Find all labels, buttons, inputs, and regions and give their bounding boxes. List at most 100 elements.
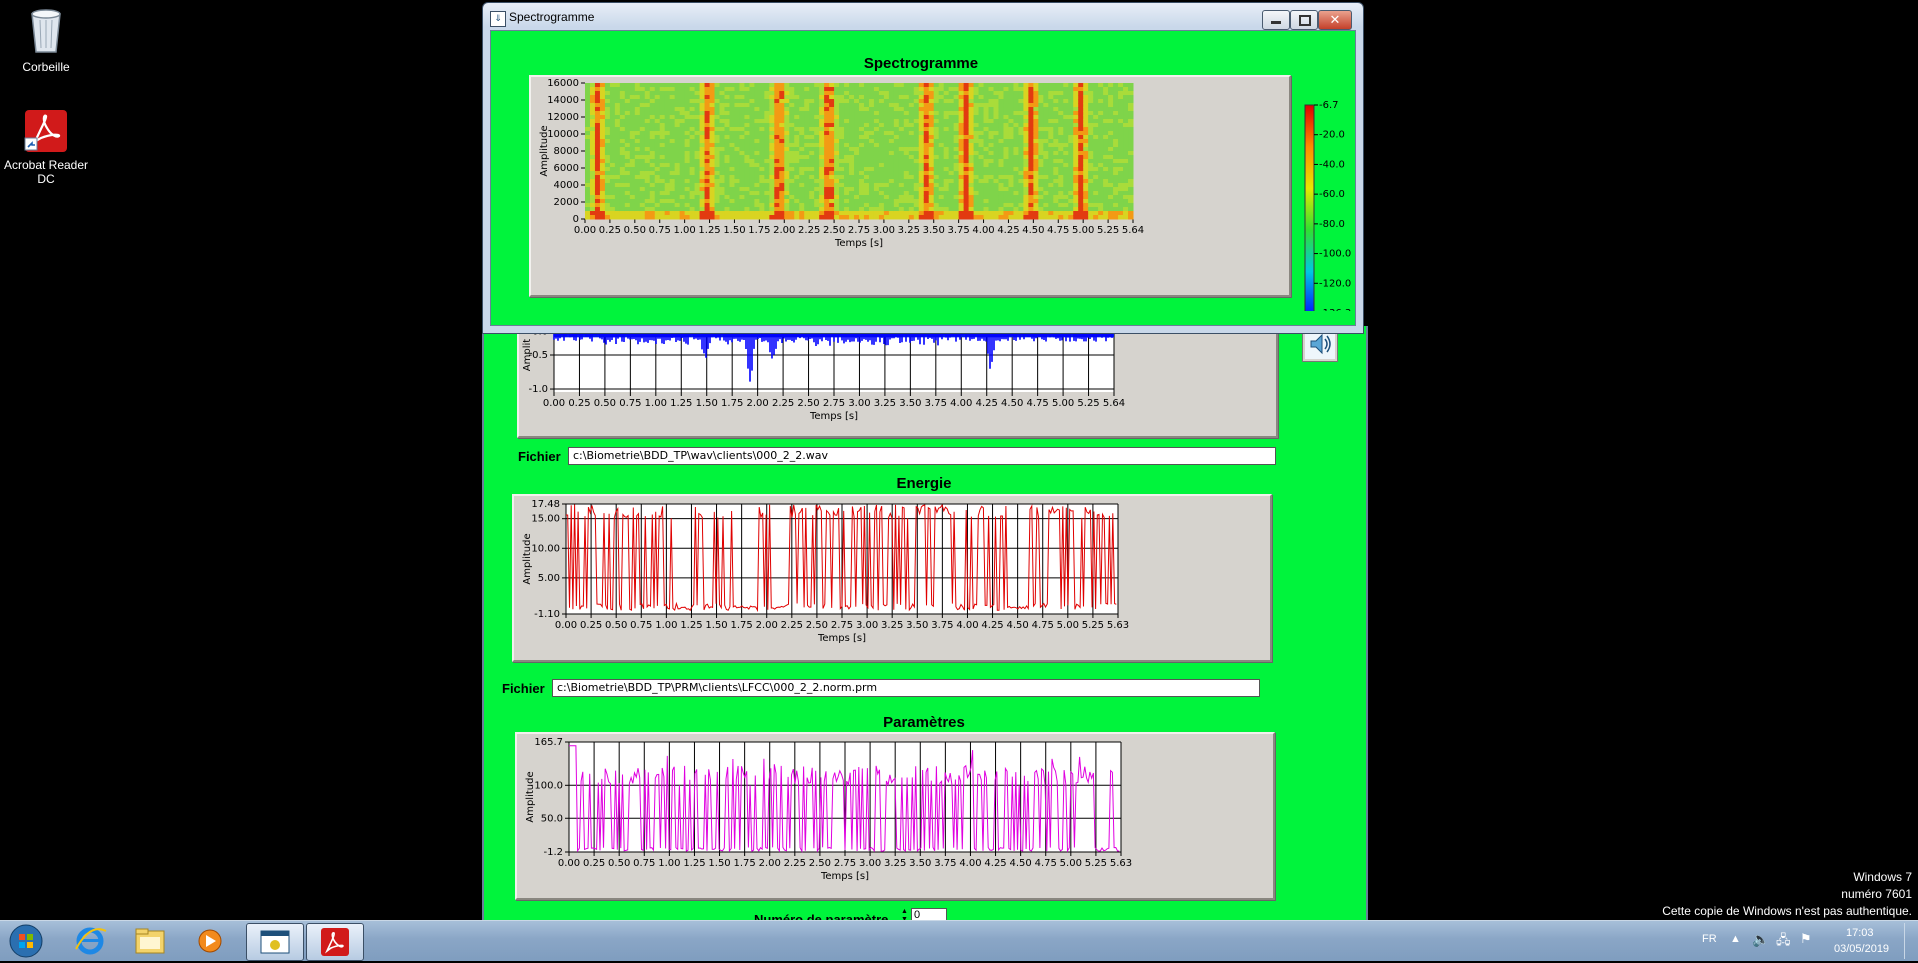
spectrogram-cell — [769, 155, 775, 160]
spectrogram-cell — [1003, 215, 1009, 220]
spectrogram-cell — [799, 91, 805, 96]
prm-file-path-field[interactable]: c:\Biometrie\BDD_TP\PRM\clients\LFCC\000… — [552, 679, 1260, 697]
spectrogram-cell — [649, 187, 656, 192]
spectrogram-cell — [963, 95, 970, 100]
spectrogram-cell — [719, 95, 725, 100]
spectrogram-cell — [789, 143, 795, 148]
spectrogram-cell — [594, 163, 601, 168]
spectrogram-cell — [893, 159, 900, 164]
spectrogram-cell — [953, 191, 960, 196]
spectrogram-cell — [1023, 163, 1029, 168]
spectrogram-cell — [973, 215, 980, 220]
spectrogram-cell — [779, 119, 785, 124]
spectrogram-cell — [779, 143, 785, 148]
taskbar-media-player[interactable] — [182, 923, 238, 959]
spectrogram-cell — [928, 123, 935, 128]
spectrogram-cell — [664, 103, 671, 108]
minimize-button[interactable] — [1262, 10, 1290, 30]
spectrogram-cell — [824, 195, 830, 200]
close-button[interactable]: ✕ — [1318, 10, 1352, 30]
spectrogram-cell — [829, 175, 835, 180]
spectrogram-cell — [1048, 183, 1054, 188]
spectrogram-cell — [829, 171, 835, 176]
clock-time[interactable]: 17:03 — [1846, 927, 1874, 939]
spectrogram-cell — [883, 115, 890, 120]
spectrogram-cell — [599, 135, 606, 140]
spectrogram-cell — [699, 91, 706, 96]
spectrogram-cell — [943, 183, 950, 188]
x-tick-label: 1.25 — [680, 620, 702, 631]
spectrogram-cell — [585, 91, 591, 96]
spectrogram-cell — [1088, 203, 1094, 208]
spectrogram-cell — [794, 163, 800, 168]
language-indicator[interactable]: FR — [1702, 933, 1717, 945]
show-desktop-button[interactable] — [1904, 923, 1917, 959]
spectrogram-cell — [844, 127, 850, 132]
spectrogram-cell — [734, 183, 740, 188]
taskbar-labview-app[interactable] — [246, 923, 304, 961]
spectrogram-cell — [604, 103, 611, 108]
spectrogram-cell — [609, 195, 616, 200]
spectrogram-cell — [1008, 131, 1014, 136]
spectrogram-cell — [809, 147, 815, 152]
spectrogram-cell — [674, 203, 681, 208]
wav-file-path-field[interactable]: c:\Biometrie\BDD_TP\wav\clients\000_2_2.… — [568, 447, 1276, 465]
spectrogram-cell — [1058, 95, 1064, 100]
spectrogram-cell — [849, 131, 855, 136]
spectrogram-cell — [839, 191, 845, 196]
spectrogram-cell — [998, 155, 1004, 160]
spectrogram-cell — [834, 131, 840, 136]
spectrogram-cell — [754, 211, 760, 216]
spectrogram-cell — [973, 147, 980, 152]
spectrogram-cell — [609, 83, 616, 88]
maximize-button[interactable] — [1290, 10, 1318, 30]
spectrogram-cell — [1053, 183, 1059, 188]
spectrogram-cell — [839, 99, 845, 104]
spectrogram-cell — [794, 187, 800, 192]
spectrogram-cell — [1098, 215, 1104, 220]
spectrogram-cell — [714, 127, 721, 132]
spectrogram-cell — [893, 139, 900, 144]
taskbar-acrobat[interactable] — [306, 923, 364, 961]
spectrogram-cell — [784, 87, 790, 92]
spectrogram-cell — [938, 95, 945, 100]
spectrogram-cell — [868, 179, 875, 184]
spectrogram-cell — [684, 95, 691, 100]
spectrogram-cell — [719, 107, 725, 112]
spectrogram-cell — [1023, 99, 1029, 104]
spectrogram-cell — [1088, 207, 1094, 212]
spectrogram-cell — [1053, 91, 1059, 96]
taskbar-ie[interactable] — [62, 923, 118, 959]
spectrogram-cell — [1083, 131, 1089, 136]
start-button[interactable] — [4, 923, 48, 959]
spectrogram-cell — [774, 91, 780, 96]
spectrogram-cell — [619, 151, 626, 156]
show-hidden-icons-arrow[interactable]: ▲ — [1730, 933, 1741, 945]
spectrogram-cell — [814, 127, 820, 132]
spectrogram-cell — [714, 87, 721, 92]
spectrogram-cell — [1128, 203, 1134, 208]
action-center-flag-icon[interactable]: ⚑ — [1800, 931, 1812, 947]
volume-icon[interactable]: 🔈 — [1752, 931, 1769, 948]
spectrogram-cell — [764, 127, 770, 132]
spectrogram-cell — [1103, 135, 1109, 140]
spectrogram-cell — [988, 191, 995, 196]
x-tick-label: 2.00 — [759, 858, 781, 869]
spectrogram-cell — [694, 115, 701, 120]
spectrogram-cell — [599, 123, 606, 128]
network-icon[interactable]: 🖧 — [1776, 931, 1791, 953]
spectrogram-cell — [724, 199, 730, 204]
desktop-icon-recycle-bin[interactable]: Corbeille — [0, 6, 96, 74]
taskbar-explorer[interactable] — [122, 923, 178, 959]
spectrogram-cell — [604, 159, 611, 164]
spectrogram-cell — [868, 147, 875, 152]
spectrogram-cell — [1113, 167, 1119, 172]
desktop-icon-acrobat[interactable]: Acrobat Reader DC — [0, 108, 96, 186]
spectrogram-cell — [709, 131, 716, 136]
spectrogram-cell — [1033, 143, 1039, 148]
clock-date[interactable]: 03/05/2019 — [1834, 943, 1889, 955]
spectrogram-cell — [689, 147, 696, 152]
spectrogram-cell — [968, 91, 975, 96]
spectrogram-cell — [589, 83, 596, 88]
spectrogram-cell — [859, 155, 865, 160]
